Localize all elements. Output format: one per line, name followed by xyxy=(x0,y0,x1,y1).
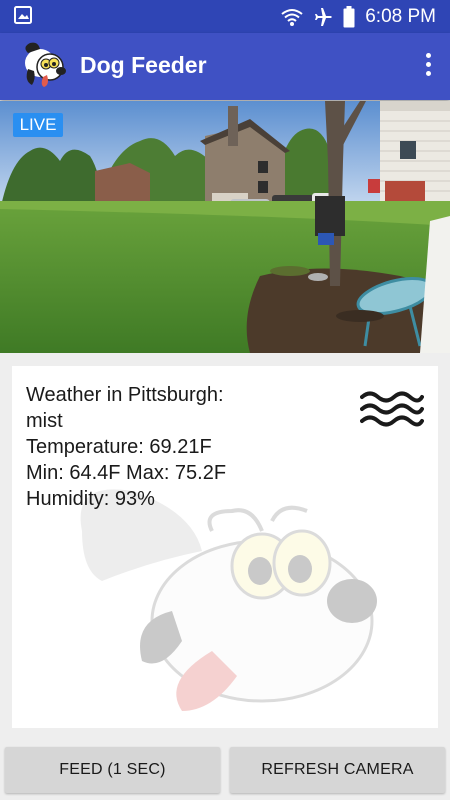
live-badge: LIVE xyxy=(13,113,63,137)
weather-heading: Weather in Pittsburgh: xyxy=(26,384,224,406)
status-icons: 6:08 PM xyxy=(281,3,436,31)
gallery-icon xyxy=(14,6,32,24)
camera-feed xyxy=(0,101,450,353)
dog-logo-icon xyxy=(25,42,66,87)
weather-temperature: Temperature: 69.21F xyxy=(26,436,212,458)
status-time: 6:08 PM xyxy=(365,6,436,27)
airplane-mode-icon xyxy=(315,8,332,26)
status-bar: 6:08 PM xyxy=(0,0,450,33)
mist-icon xyxy=(360,391,424,427)
wifi-icon xyxy=(281,9,303,26)
app-bar: Dog Feeder xyxy=(0,33,450,100)
app-title: Dog Feeder xyxy=(80,52,207,78)
weather-condition: mist xyxy=(26,410,63,432)
overflow-menu-icon[interactable] xyxy=(424,53,432,79)
camera-image xyxy=(0,101,450,353)
battery-icon xyxy=(343,6,355,28)
feed-button[interactable]: FEED (1 SEC) xyxy=(5,747,220,793)
weather-info: Weather in Pittsburgh: mist Temperature:… xyxy=(26,382,226,512)
weather-humidity: Humidity: 93% xyxy=(26,488,155,510)
weather-card: Weather in Pittsburgh: mist Temperature:… xyxy=(12,366,438,728)
refresh-camera-button[interactable]: REFRESH CAMERA xyxy=(230,747,445,793)
weather-min-max: Min: 64.4F Max: 75.2F xyxy=(26,462,227,484)
